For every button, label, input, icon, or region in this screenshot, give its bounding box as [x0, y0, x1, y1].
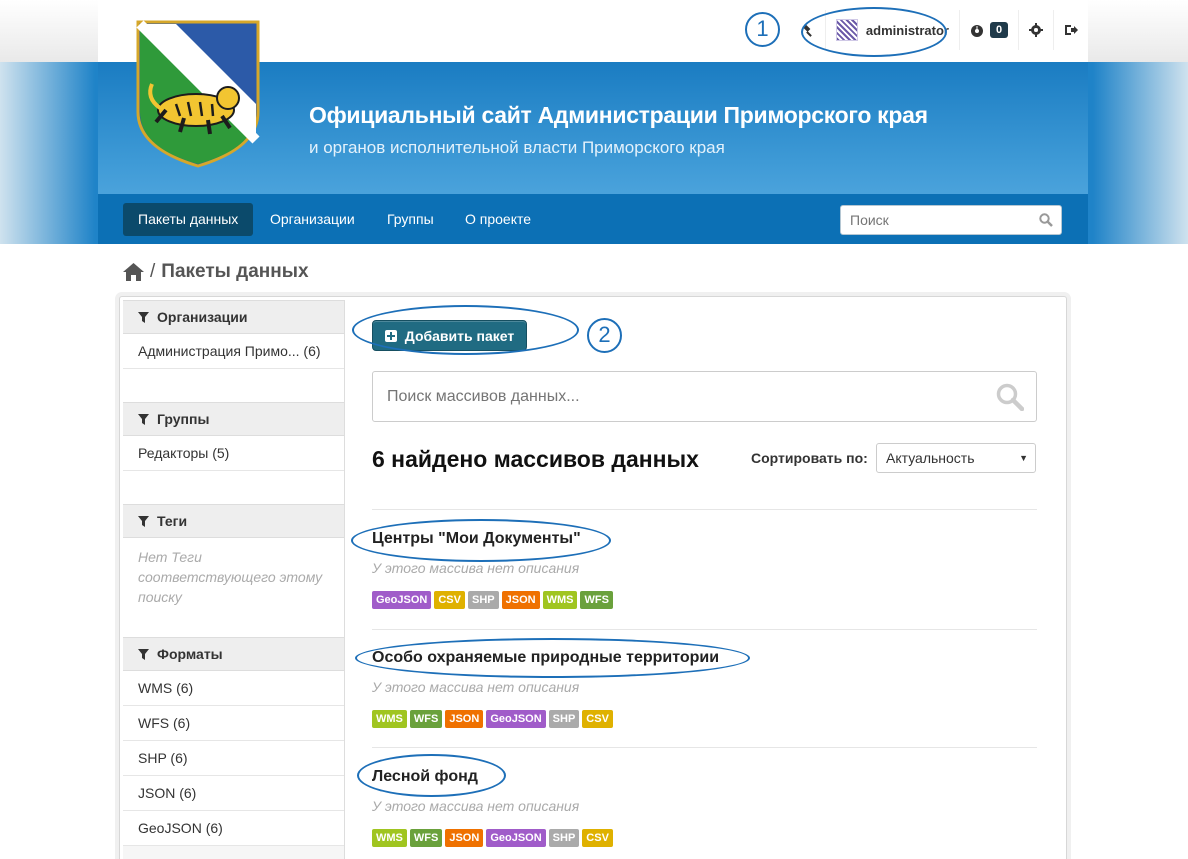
- format-tag[interactable]: CSV: [434, 591, 465, 609]
- dataset-title[interactable]: Центры "Мои Документы": [372, 530, 581, 548]
- caret-down-icon: ▼: [1019, 453, 1028, 463]
- settings-link[interactable]: [1018, 10, 1053, 50]
- coat-of-arms-logo[interactable]: [136, 20, 260, 168]
- username: administrator: [865, 22, 949, 38]
- dataset-description: У этого массива нет описания: [372, 560, 580, 576]
- nav-item-organizations[interactable]: Организации: [255, 203, 370, 236]
- search-icon[interactable]: [996, 383, 1024, 411]
- format-tag[interactable]: WMS: [372, 829, 407, 847]
- logout-link[interactable]: [1053, 10, 1088, 50]
- filter-icon: [138, 413, 149, 425]
- format-tag[interactable]: GeoJSON: [486, 829, 546, 847]
- facet-item-format[interactable]: WFS (6): [123, 706, 344, 741]
- dataset-formats: GeoJSON CSV SHP JSON WMS WFS: [372, 591, 616, 609]
- facet-item-format[interactable]: SHP (6): [123, 741, 344, 776]
- facet-item-organization[interactable]: Администрация Примо... (6): [123, 334, 344, 369]
- facet-tags-empty: Нет Теги соответствующего этому поиску: [123, 538, 344, 637]
- annotation-marker-1: 1: [745, 12, 780, 47]
- breadcrumb-separator: /: [150, 261, 156, 282]
- site-subtitle: и органов исполнительной власти Приморск…: [309, 138, 725, 157]
- format-tag[interactable]: CSV: [582, 829, 613, 847]
- nav-item-groups[interactable]: Группы: [372, 203, 449, 236]
- dataset-search: [372, 371, 1037, 422]
- facet-item-group[interactable]: Редакторы (5): [123, 436, 344, 471]
- facet-organizations-heading: Организации: [123, 300, 344, 334]
- format-tag[interactable]: WFS: [409, 829, 443, 847]
- facet-sidebar: Организации Администрация Примо... (6) Г…: [123, 300, 345, 859]
- plus-square-icon: [384, 329, 397, 342]
- divider: [372, 509, 1037, 510]
- facet-item-format[interactable]: WMS (6): [123, 671, 344, 706]
- sort-select[interactable]: Актуальность ▼: [876, 443, 1036, 473]
- format-tag[interactable]: WMS: [542, 591, 578, 609]
- add-dataset-button[interactable]: Добавить пакет: [372, 320, 527, 351]
- format-tag[interactable]: CSV: [582, 710, 613, 728]
- divider: [372, 747, 1037, 748]
- filter-icon: [138, 311, 149, 323]
- dataset-description: У этого массива нет описания: [372, 679, 580, 695]
- avatar: [835, 19, 858, 41]
- dashboard-icon: [971, 25, 983, 37]
- dataset-search-input[interactable]: [373, 372, 953, 421]
- format-tag[interactable]: WFS: [580, 591, 613, 609]
- divider: [372, 629, 1037, 630]
- dataset-description: У этого массива нет описания: [372, 798, 580, 814]
- breadcrumb-current[interactable]: Пакеты данных: [161, 261, 308, 283]
- dataset-formats: WMS WFS JSON GeoJSON SHP CSV: [372, 829, 616, 847]
- format-tag[interactable]: WMS: [372, 710, 407, 728]
- nav-item-about[interactable]: О проекте: [450, 203, 546, 236]
- format-tag[interactable]: SHP: [548, 829, 580, 847]
- gavel-icon: [802, 24, 812, 37]
- dataset-title[interactable]: Лесной фонд: [372, 768, 478, 786]
- filter-icon: [138, 515, 149, 527]
- dashboard-link[interactable]: 0: [959, 10, 1018, 50]
- user-link[interactable]: administrator: [824, 10, 959, 50]
- site-title[interactable]: Официальный сайт Администрации Приморско…: [309, 102, 928, 129]
- sort-label: Сортировать по:: [751, 450, 868, 466]
- nav-item-datasets[interactable]: Пакеты данных: [123, 203, 254, 236]
- home-icon[interactable]: [123, 263, 144, 281]
- results-count: 6 найдено массивов данных: [372, 446, 699, 472]
- facet-tags-heading: Теги: [123, 504, 344, 538]
- facet-formats-heading: Форматы: [123, 637, 344, 671]
- filter-icon: [138, 648, 149, 660]
- facet-item-format[interactable]: GeoJSON (6): [123, 811, 344, 846]
- format-tag[interactable]: JSON: [445, 710, 484, 728]
- sign-out-icon: [1065, 25, 1078, 35]
- format-tag[interactable]: JSON: [445, 829, 484, 847]
- annotation-marker-2: 2: [587, 318, 622, 353]
- main-navigation: Пакеты данных Организации Группы О проек…: [98, 194, 1088, 244]
- facet-groups-heading: Группы: [123, 402, 344, 436]
- dataset-title[interactable]: Особо охраняемые природные территории: [372, 649, 719, 667]
- facet-item-format[interactable]: JSON (6): [123, 776, 344, 811]
- breadcrumb: / Пакеты данных: [123, 261, 309, 283]
- format-tag[interactable]: WFS: [409, 710, 443, 728]
- account-masthead: administrator 0: [791, 10, 1088, 50]
- format-tag[interactable]: SHP: [467, 591, 499, 609]
- format-tag[interactable]: GeoJSON: [486, 710, 546, 728]
- format-tag[interactable]: SHP: [548, 710, 580, 728]
- sysadmin-link[interactable]: [791, 10, 825, 50]
- notification-badge: 0: [990, 22, 1008, 38]
- gear-icon: [1029, 23, 1043, 37]
- format-tag[interactable]: GeoJSON: [372, 591, 432, 609]
- dataset-formats: WMS WFS JSON GeoJSON SHP CSV: [372, 710, 616, 728]
- header-search: [840, 205, 1062, 235]
- format-tag[interactable]: JSON: [501, 591, 540, 609]
- header-search-input[interactable]: [841, 206, 1021, 234]
- search-icon[interactable]: [1039, 213, 1053, 227]
